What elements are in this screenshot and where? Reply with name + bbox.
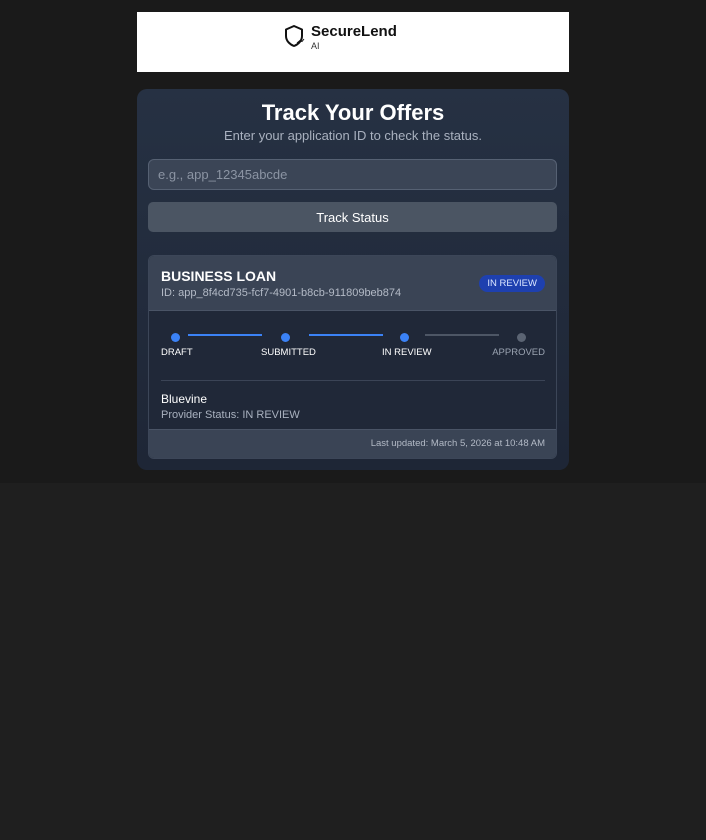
step-connector-2 (309, 334, 383, 336)
step-label-submitted: SUBMITTED (261, 347, 316, 358)
step-label-in-review: IN REVIEW (382, 347, 432, 358)
application-id: ID: app_8f4cd735-fcf7-4901-b8cb-911809be… (161, 287, 402, 299)
shield-icon (285, 25, 305, 47)
step-connector-1 (188, 334, 262, 336)
page-title: Track Your Offers (261, 100, 445, 125)
loan-type: BUSINESS LOAN (161, 268, 277, 284)
brand-name: SecureLend (311, 23, 397, 40)
track-status-button[interactable]: Track Status (148, 202, 557, 232)
provider-status: Provider Status: IN REVIEW (161, 409, 300, 421)
step-label-draft: DRAFT (161, 347, 193, 358)
result-footer: Last updated: March 5, 2026 at 10:48 AM (149, 429, 556, 458)
step-dot-in-review (400, 333, 409, 342)
status-badge: IN REVIEW (479, 275, 545, 292)
brand-subtitle: AI (311, 41, 320, 51)
application-result-card: BUSINESS LOAN ID: app_8f4cd735-fcf7-4901… (148, 255, 557, 459)
step-connector-3 (425, 334, 499, 336)
result-header: BUSINESS LOAN ID: app_8f4cd735-fcf7-4901… (149, 256, 556, 311)
application-id-input[interactable] (148, 159, 557, 190)
step-dot-submitted (281, 333, 290, 342)
step-dot-draft (171, 333, 180, 342)
last-updated: Last updated: March 5, 2026 at 10:48 AM (370, 438, 545, 449)
divider (161, 380, 545, 381)
step-dot-approved (517, 333, 526, 342)
brand-logo[interactable]: SecureLend AI (283, 24, 397, 51)
page-subtitle: Enter your application ID to check the s… (224, 128, 482, 143)
provider-name: Bluevine (161, 392, 208, 406)
step-label-approved: APPROVED (492, 347, 545, 358)
